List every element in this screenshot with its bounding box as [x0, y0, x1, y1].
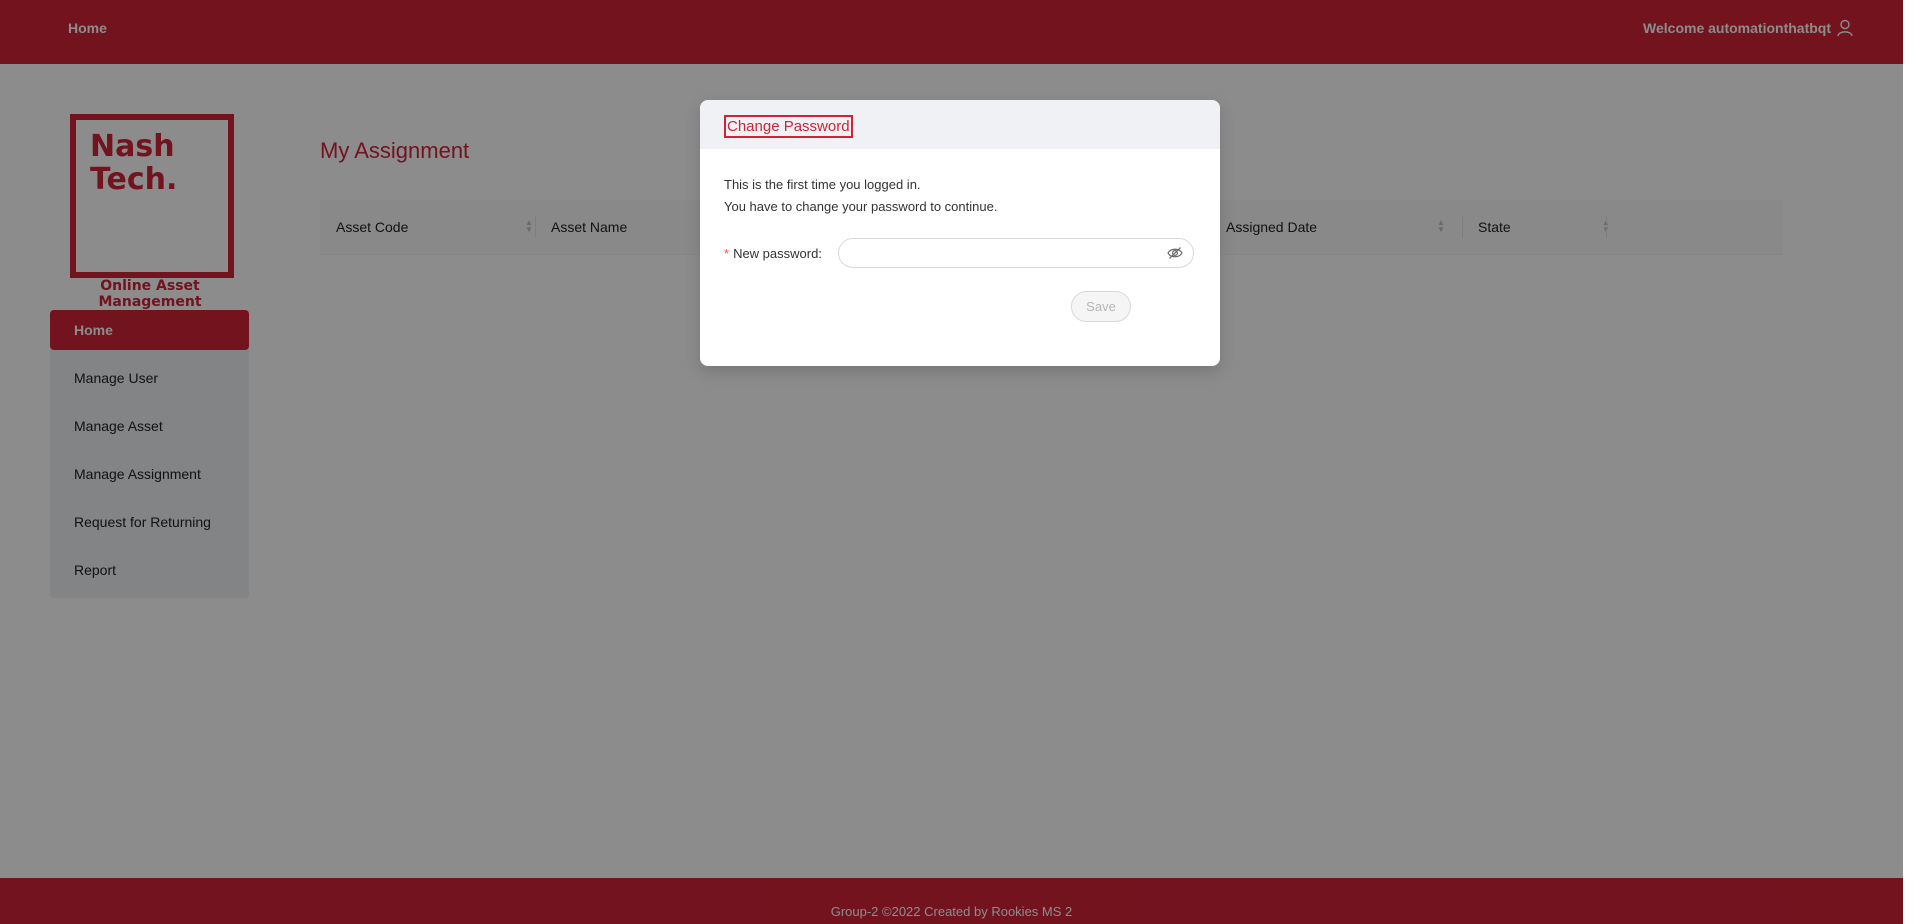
- new-password-input-wrap: [838, 238, 1194, 269]
- label-colon: :: [818, 245, 822, 261]
- modal-message-line-2: You have to change your password to cont…: [724, 199, 998, 214]
- eye-invisible-icon[interactable]: [1167, 246, 1183, 265]
- new-password-row: * New password:: [724, 238, 1194, 269]
- modal-header: Change Password: [700, 100, 1220, 149]
- save-button[interactable]: Save: [1071, 291, 1131, 322]
- app-root: Home Welcome automationthatbqt Nash Tech…: [0, 0, 1903, 924]
- required-mark: *: [724, 245, 730, 261]
- new-password-input[interactable]: [850, 239, 1154, 269]
- change-password-modal: Change Password This is the first time y…: [700, 100, 1220, 366]
- modal-title: Change Password: [724, 115, 853, 138]
- modal-message-line-1: This is the first time you logged in.: [724, 177, 921, 192]
- new-password-label-wrap: * New password:: [724, 246, 838, 261]
- modal-body: This is the first time you logged in. Yo…: [700, 149, 1220, 218]
- new-password-label: New password: [733, 245, 819, 261]
